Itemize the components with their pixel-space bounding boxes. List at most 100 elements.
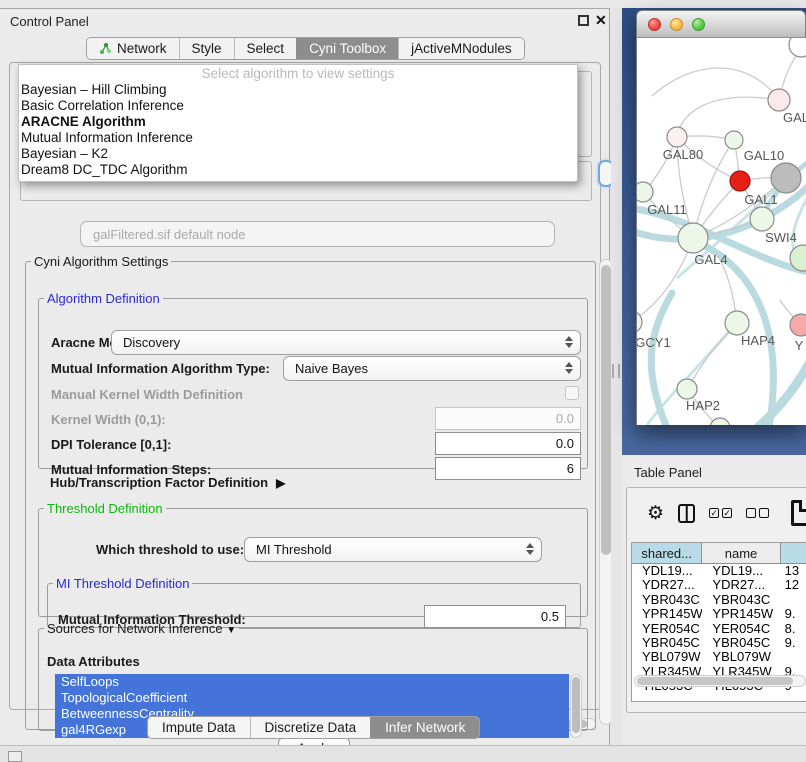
table-cell: YER054C <box>632 622 702 636</box>
node-gal1[interactable] <box>750 207 774 231</box>
dpi-tolerance-field[interactable]: 0.0 <box>435 432 581 455</box>
collapse-down-icon[interactable]: ▼ <box>226 625 236 636</box>
zoom-traffic-light-icon[interactable] <box>692 18 705 31</box>
node-gal1-label: GAL1 <box>744 192 777 207</box>
table-row[interactable]: YBR043CYBR043C <box>632 593 806 607</box>
sources-title: Sources for Network Inference <box>47 621 223 636</box>
hub-definition-toggle[interactable]: Hub/Transcription Factor Definition▶ <box>50 475 285 490</box>
dropdown-item-list: Bayesian – Hill ClimbingBasic Correlatio… <box>19 82 577 178</box>
cyni-algorithm-settings-group: Cyni Algorithm Settings Algorithm Defini… <box>25 254 596 730</box>
gear-icon[interactable]: ⚙ <box>647 502 664 525</box>
attributes-vertical-scrollbar[interactable] <box>570 674 582 738</box>
tab-impute-data[interactable]: Impute Data <box>148 717 250 738</box>
dropdown-item[interactable]: Dream8 DC_TDC Algorithm <box>19 162 577 178</box>
node-hap4[interactable] <box>725 311 749 335</box>
which-threshold-value: MI Threshold <box>256 542 332 557</box>
dropdown-placeholder: Select algorithm to view settings <box>19 65 577 82</box>
table-cell: 13 <box>781 564 806 578</box>
node-table[interactable]: shared...name YDL19...YDL19...13YDR27...… <box>631 542 806 702</box>
tab-label: Select <box>247 41 285 56</box>
column-header[interactable]: name <box>702 543 780 563</box>
select-all-icon[interactable]: ✓✓ <box>709 508 732 518</box>
node-gal10[interactable] <box>771 163 801 193</box>
deselect-all-icon[interactable] <box>746 508 769 518</box>
top-tab-bar: NetworkStyle Select Cyni Toolbox jActiveMNo… <box>86 37 525 60</box>
attribute-item[interactable]: SelfLoops <box>55 674 569 690</box>
data-attributes-label: Data Attributes <box>47 654 140 669</box>
attribute-item[interactable]: TopologicalCoefficient <box>55 690 569 706</box>
table-row[interactable]: YDR27...YDR27...12 <box>632 578 806 592</box>
table-horizontal-scrollbar[interactable] <box>634 675 806 687</box>
network-canvas[interactable]: GALGAL80GAL10GAL1GAL11GAL4SWI4GCY1HAP4YH… <box>636 38 806 425</box>
node-pink-top-label: GAL <box>783 110 806 125</box>
network-selector-combo[interactable]: galFiltered.sif default node <box>80 221 555 247</box>
column-header[interactable]: shared... <box>632 543 702 563</box>
node-green-small[interactable] <box>725 131 743 149</box>
mi-steps-field[interactable]: 6 <box>435 457 581 480</box>
file-icon[interactable] <box>791 500 806 526</box>
node-partial-top[interactable] <box>789 38 806 57</box>
node-gal11-label: GAL11 <box>647 202 687 217</box>
scrollbar-thumb[interactable] <box>637 677 793 685</box>
close-traffic-light-icon[interactable] <box>648 18 661 31</box>
tab-select[interactable]: Select <box>234 38 297 59</box>
table-header-row: shared...name <box>632 543 806 564</box>
node-gal80[interactable] <box>667 127 687 147</box>
node-pink-top[interactable] <box>768 89 790 111</box>
dropdown-item[interactable]: Bayesian – K2 <box>19 146 577 162</box>
dropdown-item[interactable]: ARACNE Algorithm <box>19 114 577 130</box>
minimize-traffic-light-icon[interactable] <box>670 18 683 31</box>
tab-jactivemnodules[interactable]: jActiveMNodules <box>398 38 524 59</box>
dropdown-item[interactable]: Mutual Information Inference <box>19 130 577 146</box>
table-row[interactable]: YBL079WYBL079W <box>632 650 806 664</box>
network-view-window[interactable]: GALGAL80GAL10GAL1GAL11GAL4SWI4GCY1HAP4YH… <box>636 10 806 425</box>
table-row[interactable]: YPR145WYPR145W9. <box>632 607 806 621</box>
mini-panel-icon[interactable] <box>8 751 22 762</box>
split-pane-icon[interactable] <box>678 504 695 523</box>
table-cell: YBR043C <box>632 593 702 607</box>
table-row[interactable]: YER054CYER054C8. <box>632 622 806 636</box>
group-title: MI Threshold Definition <box>53 576 192 591</box>
node-salmon[interactable] <box>790 314 806 336</box>
mi-type-label: Mutual Information Algorithm Type: <box>51 361 270 376</box>
splitter-handle[interactable] <box>612 364 620 378</box>
scrollbar-thumb[interactable] <box>572 677 580 733</box>
close-icon[interactable]: ✕ <box>595 12 607 29</box>
network-window-titlebar[interactable] <box>636 10 806 38</box>
column-header[interactable] <box>781 543 806 563</box>
node-hap2[interactable] <box>677 379 697 399</box>
tab-network[interactable]: Network <box>87 38 179 59</box>
table-cell: YDR27... <box>702 578 780 592</box>
kernel-width-field[interactable]: 0.0 <box>435 407 581 430</box>
table-panel-title: Table Panel <box>634 465 702 480</box>
manual-kernel-checkbox[interactable] <box>565 386 579 400</box>
tab-label: Cyni Toolbox <box>309 41 386 56</box>
node-gal11[interactable] <box>637 182 653 202</box>
table-row[interactable]: YBR045CYBR045C9. <box>632 636 806 650</box>
mi-type-combo[interactable]: Naive Bayes <box>283 356 581 381</box>
tab-discretize-data[interactable]: Discretize Data <box>250 717 371 738</box>
combo-arrows-icon <box>565 336 573 348</box>
node-bottom-partial[interactable] <box>710 418 730 425</box>
table-cell: YDL19... <box>632 564 702 578</box>
node-gal10-label: GAL10 <box>744 148 784 163</box>
tab-infer-network[interactable]: Infer Network <box>370 717 479 738</box>
which-threshold-combo[interactable]: MI Threshold <box>244 537 542 562</box>
mode-tab-bar: Impute DataDiscretize DataInfer Network <box>147 716 480 739</box>
table-cell: YDR27... <box>632 578 702 592</box>
table-cell: YDL19... <box>702 564 780 578</box>
tab-style[interactable]: Style <box>179 38 234 59</box>
table-row[interactable]: YDL19...YDL19...13 <box>632 564 806 578</box>
scrollbar-thumb[interactable] <box>601 265 611 555</box>
node-gcy1-label: GCY1 <box>637 335 671 350</box>
node-gal4[interactable] <box>678 223 708 253</box>
table-toolbar: ⚙ ✓✓ <box>627 488 806 538</box>
dropdown-item[interactable]: Bayesian – Hill Climbing <box>19 82 577 98</box>
network-icon <box>99 42 112 55</box>
float-window-icon[interactable] <box>578 15 589 26</box>
tab-cyni-toolbox[interactable]: Cyni Toolbox <box>296 38 398 59</box>
group-title: Sources for Network Inference ▼ <box>44 621 239 636</box>
aracne-mode-combo[interactable]: Discovery <box>111 330 581 355</box>
node-red[interactable] <box>730 171 750 191</box>
dropdown-item[interactable]: Basic Correlation Inference <box>19 98 577 114</box>
